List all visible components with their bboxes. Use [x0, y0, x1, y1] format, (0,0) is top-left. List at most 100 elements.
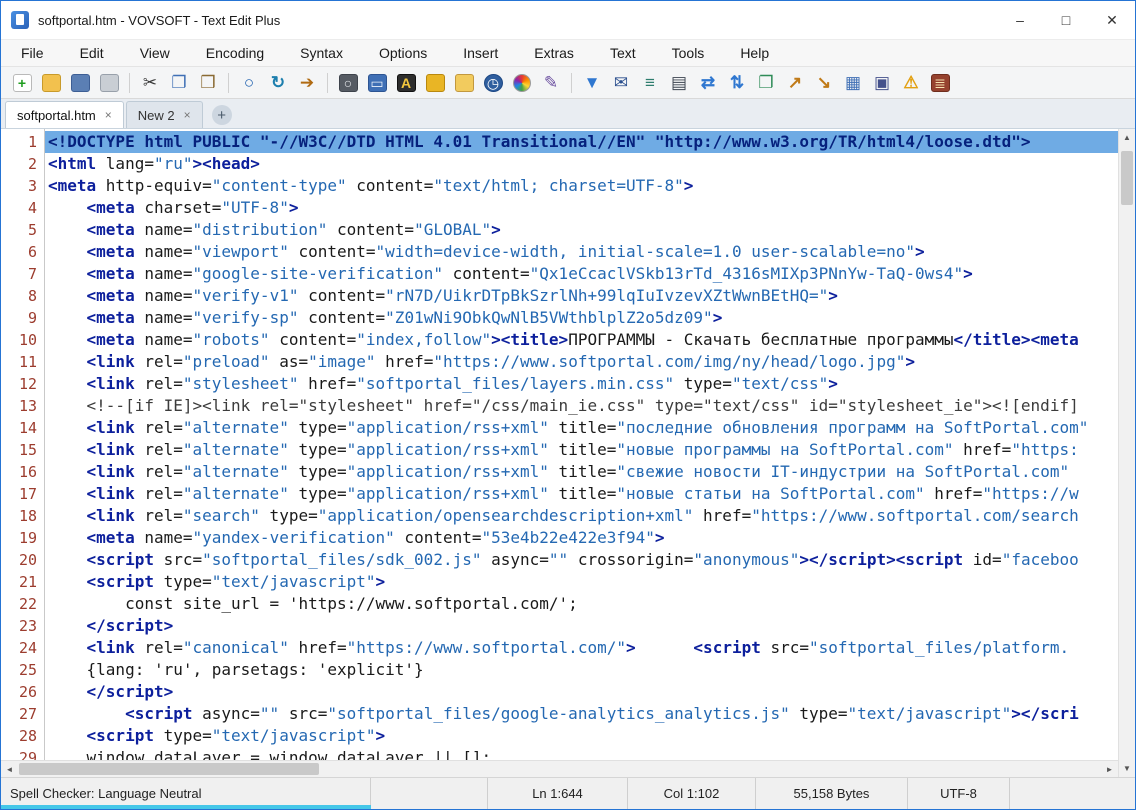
line-number: 22 — [18, 595, 37, 613]
table-button[interactable]: ▦ — [840, 70, 866, 96]
line-number: 24 — [18, 639, 37, 657]
code-line-5[interactable]: <meta name="distribution" content="GLOBA… — [45, 219, 1118, 241]
unlock-icon — [454, 73, 474, 92]
code-lines[interactable]: <!DOCTYPE html PUBLIC "-//W3C//DTD HTML … — [45, 129, 1118, 760]
code-line-18[interactable]: <link rel="search" type="application/ope… — [45, 505, 1118, 527]
tab-softportal-htm[interactable]: softportal.htm × — [5, 101, 124, 128]
code-line-28[interactable]: <script type="text/javascript"> — [45, 725, 1118, 747]
code-line-21[interactable]: <script type="text/javascript"> — [45, 571, 1118, 593]
code-line-4[interactable]: <meta charset="UTF-8"> — [45, 197, 1118, 219]
save-button[interactable] — [67, 70, 93, 96]
pen-button[interactable]: ✎ — [538, 70, 564, 96]
vertical-scrollbar[interactable]: ▲ ▼ — [1118, 129, 1135, 777]
minimize-button[interactable]: – — [997, 1, 1043, 39]
code-line-7[interactable]: <meta name="google-site-verification" co… — [45, 263, 1118, 285]
code-line-29[interactable]: window.dataLayer = window.dataLayer || [… — [45, 747, 1118, 760]
code-line-25[interactable]: {lang: 'ru', parsetags: 'explicit'} — [45, 659, 1118, 681]
copy-button[interactable]: ❐ — [166, 70, 192, 96]
scroll-right-icon[interactable]: ► — [1101, 761, 1118, 778]
code-line-17[interactable]: <link rel="alternate" type="application/… — [45, 483, 1118, 505]
code-line-6[interactable]: <meta name="viewport" content="width=dev… — [45, 241, 1118, 263]
code-line-24[interactable]: <link rel="canonical" href="https://www.… — [45, 637, 1118, 659]
new-tab-button[interactable]: + — [211, 105, 232, 125]
menu-item-extras[interactable]: Extras — [516, 40, 592, 66]
import-button[interactable]: ↘ — [811, 70, 837, 96]
new-file-button[interactable]: + — [9, 70, 35, 96]
line-number: 1 — [27, 133, 37, 151]
warning-button[interactable]: ⚠ — [898, 70, 924, 96]
scroll-down-icon[interactable]: ▼ — [1119, 760, 1136, 777]
menu-item-tools[interactable]: Tools — [654, 40, 723, 66]
export-button[interactable]: ↗ — [782, 70, 808, 96]
numbered-list-button[interactable]: ≡ — [637, 70, 663, 96]
swap-horizontal-button[interactable]: ⇄ — [695, 70, 721, 96]
status-line-indicator: Ln 1:644 — [488, 778, 628, 809]
replace-button[interactable]: ↻ — [265, 70, 291, 96]
font-button[interactable]: A — [393, 70, 419, 96]
code-line-20[interactable]: <script src="softportal_files/sdk_002.js… — [45, 549, 1118, 571]
code-line-26[interactable]: </script> — [45, 681, 1118, 703]
code-line-19[interactable]: <meta name="yandex-verification" content… — [45, 527, 1118, 549]
email-button[interactable]: ✉ — [608, 70, 634, 96]
code-line-15[interactable]: <link rel="alternate" type="application/… — [45, 439, 1118, 461]
code-line-13[interactable]: <!--[if IE]><link rel="stylesheet" href=… — [45, 395, 1118, 417]
menu-item-encoding[interactable]: Encoding — [188, 40, 282, 66]
open-folder-button[interactable] — [38, 70, 64, 96]
tab-close-icon[interactable]: × — [105, 109, 112, 121]
clock-button[interactable]: ◷ — [480, 70, 506, 96]
menu-item-help[interactable]: Help — [722, 40, 787, 66]
lock-button[interactable] — [422, 70, 448, 96]
line-number: 25 — [18, 661, 37, 679]
code-line-14[interactable]: <link rel="alternate" type="application/… — [45, 417, 1118, 439]
save-all-button[interactable]: ▣ — [869, 70, 895, 96]
horizontal-scroll-thumb[interactable] — [19, 763, 319, 775]
paste-button[interactable]: ❒ — [195, 70, 221, 96]
zoom-view-button[interactable]: ○ — [335, 70, 361, 96]
swap-vertical-button[interactable]: ⇅ — [724, 70, 750, 96]
line-number: 23 — [18, 617, 37, 635]
code-line-9[interactable]: <meta name="verify-sp" content="Z01wNi9O… — [45, 307, 1118, 329]
code-line-16[interactable]: <link rel="alternate" type="application/… — [45, 461, 1118, 483]
scroll-left-icon[interactable]: ◄ — [1, 761, 18, 778]
menu-item-edit[interactable]: Edit — [62, 40, 122, 66]
filter-icon: ▼ — [583, 73, 601, 92]
calculator-button[interactable]: ≣ — [927, 70, 953, 96]
toolbar-separator — [571, 72, 572, 93]
menu-item-file[interactable]: File — [3, 40, 62, 66]
code-line-1[interactable]: <!DOCTYPE html PUBLIC "-//W3C//DTD HTML … — [45, 131, 1118, 153]
filter-button[interactable]: ▼ — [579, 70, 605, 96]
menu-item-options[interactable]: Options — [361, 40, 445, 66]
vertical-scroll-thumb[interactable] — [1121, 151, 1133, 205]
code-line-2[interactable]: <html lang="ru"><head> — [45, 153, 1118, 175]
horizontal-scrollbar[interactable]: ◄ ► — [1, 760, 1118, 777]
cut-button[interactable]: ✂ — [137, 70, 163, 96]
code-line-23[interactable]: </script> — [45, 615, 1118, 637]
menu-item-insert[interactable]: Insert — [445, 40, 516, 66]
color-picker-button[interactable] — [509, 70, 535, 96]
print-button[interactable] — [96, 70, 122, 96]
code-line-22[interactable]: const site_url = 'https://www.softportal… — [45, 593, 1118, 615]
code-line-10[interactable]: <meta name="robots" content="index,follo… — [45, 329, 1118, 351]
goto-button[interactable]: ➔ — [294, 70, 320, 96]
menu-item-view[interactable]: View — [122, 40, 188, 66]
menu-item-syntax[interactable]: Syntax — [282, 40, 361, 66]
duplicate-icon: ❐ — [758, 73, 774, 92]
find-button[interactable]: ○ — [236, 70, 262, 96]
code-line-27[interactable]: <script async="" src="softportal_files/g… — [45, 703, 1118, 725]
code-line-12[interactable]: <link rel="stylesheet" href="softportal_… — [45, 373, 1118, 395]
display-button[interactable]: ▭ — [364, 70, 390, 96]
status-column-indicator: Col 1:102 — [628, 778, 756, 809]
code-line-11[interactable]: <link rel="preload" as="image" href="htt… — [45, 351, 1118, 373]
scroll-up-icon[interactable]: ▲ — [1119, 129, 1136, 146]
maximize-button[interactable]: □ — [1043, 1, 1089, 39]
unlock-button[interactable] — [451, 70, 477, 96]
code-line-8[interactable]: <meta name="verify-v1" content="rN7D/Uik… — [45, 285, 1118, 307]
tab-new-2[interactable]: New 2 × — [125, 101, 203, 128]
tab-close-icon[interactable]: × — [184, 109, 191, 121]
code-line-3[interactable]: <meta http-equiv="content-type" content=… — [45, 175, 1118, 197]
code-area[interactable]: 1 2 3 4 5 6 7 8 9 10 11 12 13 14 15 16 17 18 19 20 21 22 23 24 2… — [1, 129, 1118, 760]
menu-item-text[interactable]: Text — [592, 40, 654, 66]
print-preview-button[interactable]: ▤ — [666, 70, 692, 96]
duplicate-button[interactable]: ❐ — [753, 70, 779, 96]
close-button[interactable]: ✕ — [1089, 1, 1135, 39]
